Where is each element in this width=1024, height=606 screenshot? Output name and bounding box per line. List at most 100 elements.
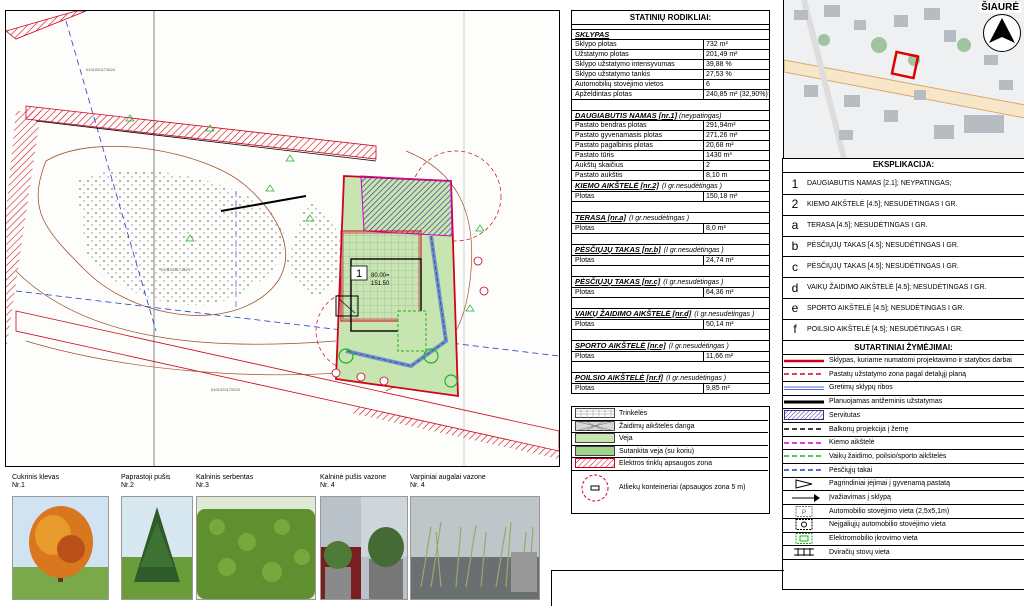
stat-label: Pastato pagalbinis plotas [572, 141, 704, 150]
stat-value: 271,26 m² [706, 132, 738, 139]
explication-number: 2 [791, 197, 799, 212]
section-sub: (I gr.nesudėtingas ) [668, 343, 729, 350]
plant-caption: Paprastoji pušis Nr.2 [121, 474, 170, 490]
namas-rows: Pastato bendras plotas 291,94m² Pastato gy… [572, 121, 769, 181]
section-header: VAIKŲ ŽAIDIMO AIKŠTELĖ [nr.d] (I gr.nesud… [572, 308, 769, 320]
playground-cover-icon [574, 420, 616, 432]
stat-row: Sklypo užstatymo intensyvumas 39,88 % [572, 60, 769, 70]
plant-photo [410, 496, 540, 600]
stat-label: Sklypo užstatymo intensyvumas [572, 60, 704, 69]
explication-number: d [791, 280, 799, 295]
stat-row: Pastato aukštis 8,10 m [572, 171, 769, 181]
stat-label: Pastato tūris [572, 151, 704, 160]
section-label: Plotas [572, 192, 704, 201]
power-zone-icon [575, 458, 615, 469]
symbol-legend-label: Pėsčiųjų takai [829, 466, 873, 474]
symbol-legend-item: Planuojamas antžeminis užstatymas [783, 395, 1024, 410]
explication-text: KIEMO AIKŠTELĖ [4.5]; NESUDĖTINGAS I GR. [807, 200, 958, 208]
stat-label: Pastato gyvenamasis plotas [572, 131, 704, 140]
section-sub: (I gr.nesudėtingas ) [661, 183, 722, 190]
section-label: Plotas [572, 256, 704, 265]
symbol-legend-item: P Automobilio stovėjimo vieta (2,5x5,1m) [783, 505, 1024, 519]
symbol-legend-label: Kiemo aikštelė [829, 439, 875, 447]
stat-label: Pastato bendras plotas [572, 121, 704, 130]
plant-photo [121, 496, 193, 600]
symbol-legend-item: Elektromobilio įkrovimo vieta [783, 532, 1024, 547]
building-number: 1 [356, 268, 362, 280]
symbol-legend-item: Gretimų sklypų ribos [783, 381, 1024, 396]
blue-double-line-icon [783, 383, 825, 393]
section-row: Plotas 150,18 m² [572, 192, 769, 202]
plant-number: Nr.3 [196, 482, 209, 489]
blue-dashed-line-icon [783, 465, 825, 475]
section-header: PĖSČIŲJŲ TAKAS [nr.c] (I gr.nesudėtingas … [572, 276, 769, 288]
stat-label: Sklypo užstatymo tankis [572, 70, 704, 79]
stat-row: Pastato gyvenamasis plotas 271,26 m² [572, 131, 769, 141]
plant-name: Cukrinis klevas [12, 474, 60, 481]
ev-charging-icon [783, 533, 825, 545]
site-plan-drawing: 1 80.00= 151.50 0101020171624 0101020171… [5, 10, 560, 467]
stat-row: Pastato pagalbinis plotas 20,68 m² [572, 141, 769, 151]
namas-header: DAUGIABUTIS NAMAS [nr.1] (neypatingas) [572, 110, 769, 121]
stat-label: Pastato aukštis [572, 171, 704, 180]
symbol-legend-label: Balkonų projekcija į žemę [829, 425, 909, 433]
building-level-1: 80.00= [371, 273, 390, 279]
section-row: Plotas 24,74 m² [572, 256, 769, 266]
building-level-2: 151.50 [371, 281, 390, 287]
stat-label: Aukštų skaičius [572, 161, 704, 170]
symbol-legend-label: Sklypas, kuriame numatomi projektavimo i… [829, 357, 1012, 365]
material-legend-item: Veja [571, 433, 768, 446]
explication-number: 1 [791, 176, 799, 191]
material-legend-item: Sutankita veja (su koriu) [571, 445, 768, 458]
parking-p-icon: P [783, 505, 825, 517]
title-block [551, 570, 784, 606]
explication-text: SPORTO AIKŠTELĖ [4.5]; NESUDĖTINGAS I GR… [807, 304, 965, 312]
stat-value: 8,10 m [706, 172, 728, 179]
symbol-legend-label: Įvažiavimas į sklypą [829, 494, 891, 502]
section-title: PĖSČIŲJŲ TAKAS [nr.c] [575, 277, 661, 286]
bike-rack-icon [783, 547, 825, 557]
symbol-legend-item: Pagrindiniai įėjimai į gyvenamą pastatą [783, 477, 1024, 492]
plant-caption: Kalninė pušis vazone Nr. 4 [320, 474, 386, 490]
site-plan-svg: 1 80.00= 151.50 0101020171624 0101020171… [6, 11, 559, 466]
section-sub: (I gr.nesudėtingas ) [663, 279, 724, 286]
explication-number: b [791, 238, 799, 253]
green-dashed-line-icon [783, 451, 825, 461]
explication-text: PĖSČIŲJŲ TAKAS [4.5]; NESUDĖTINGAS I GR. [807, 263, 959, 271]
symbol-legend-item: Dviračių stovų vieta [783, 546, 1024, 560]
drive-arrow-icon [783, 493, 825, 503]
explication-item: b PĖSČIŲJŲ TAKAS [4.5]; NESUDĖTINGAS I GR… [783, 235, 1024, 258]
explication-item: d VAIKŲ ŽAIDIMO AIKŠTELĖ [4.5]; NESUDĖTIN… [783, 277, 1024, 299]
section-row: Plotas 50,14 m² [572, 320, 769, 330]
explication-number: e [791, 301, 799, 316]
sklypas-rows: Sklypo plotas 732 m² Užstatymo plotas 201,4… [572, 40, 769, 100]
section-header: KIEMO AIKŠTELĖ [nr.2] (I gr.nesudėtingas … [572, 181, 769, 192]
symbol-legend-label: Servitutas [829, 411, 861, 419]
plant-number: Nr. 4 [410, 482, 425, 489]
reinforced-lawn-icon [575, 445, 615, 457]
section-label: Plotas [572, 288, 704, 297]
stat-label: Automobilių stovėjimo vietos [572, 80, 704, 89]
section-value: 50,14 m² [706, 321, 734, 328]
symbols-title: SUTARTINIAI ŽYMĖJIMAI: [783, 340, 1024, 355]
section-title: KIEMO AIKŠTELĖ [nr.2] [575, 181, 659, 190]
magenta-dashed-line-icon [783, 438, 825, 448]
material-legend-item: Elektros tinklų apsaugos zona [571, 458, 768, 471]
north-label: ŠIAURĖ [979, 2, 1021, 13]
section-value: 8,0 m² [706, 225, 726, 232]
section-label: Plotas [572, 384, 704, 393]
symbol-legend-label: Pastatų užstatymo zona pagal detalųjį pl… [829, 370, 966, 378]
symbol-legend-label: Vaikų žaidimo, poilsio/sporto aikštelės [829, 452, 947, 460]
section-title: TERASA [nr.a] [575, 213, 626, 222]
black-thick-line-icon [783, 397, 825, 407]
svg-text:0101020170020: 0101020170020 [211, 387, 241, 392]
plant-caption: Kalninis serbentas Nr.3 [196, 474, 253, 490]
stat-value: 20,68 m² [706, 142, 734, 149]
plant-number: Nr.2 [121, 482, 134, 489]
explication-item: a TERASA [4.5]; NESUDĖTINGAS I GR. [783, 215, 1024, 237]
explication-item: 1 DAUGIABUTIS NAMAS [2.1]; NEYPATINGAS; [783, 173, 1024, 195]
plant-name: Varpiniai augalai vazone [410, 474, 486, 481]
section-label: Plotas [572, 224, 704, 233]
stat-row: Aukštų skaičius 2 [572, 161, 769, 171]
section-value: 9,85 m² [706, 385, 730, 392]
